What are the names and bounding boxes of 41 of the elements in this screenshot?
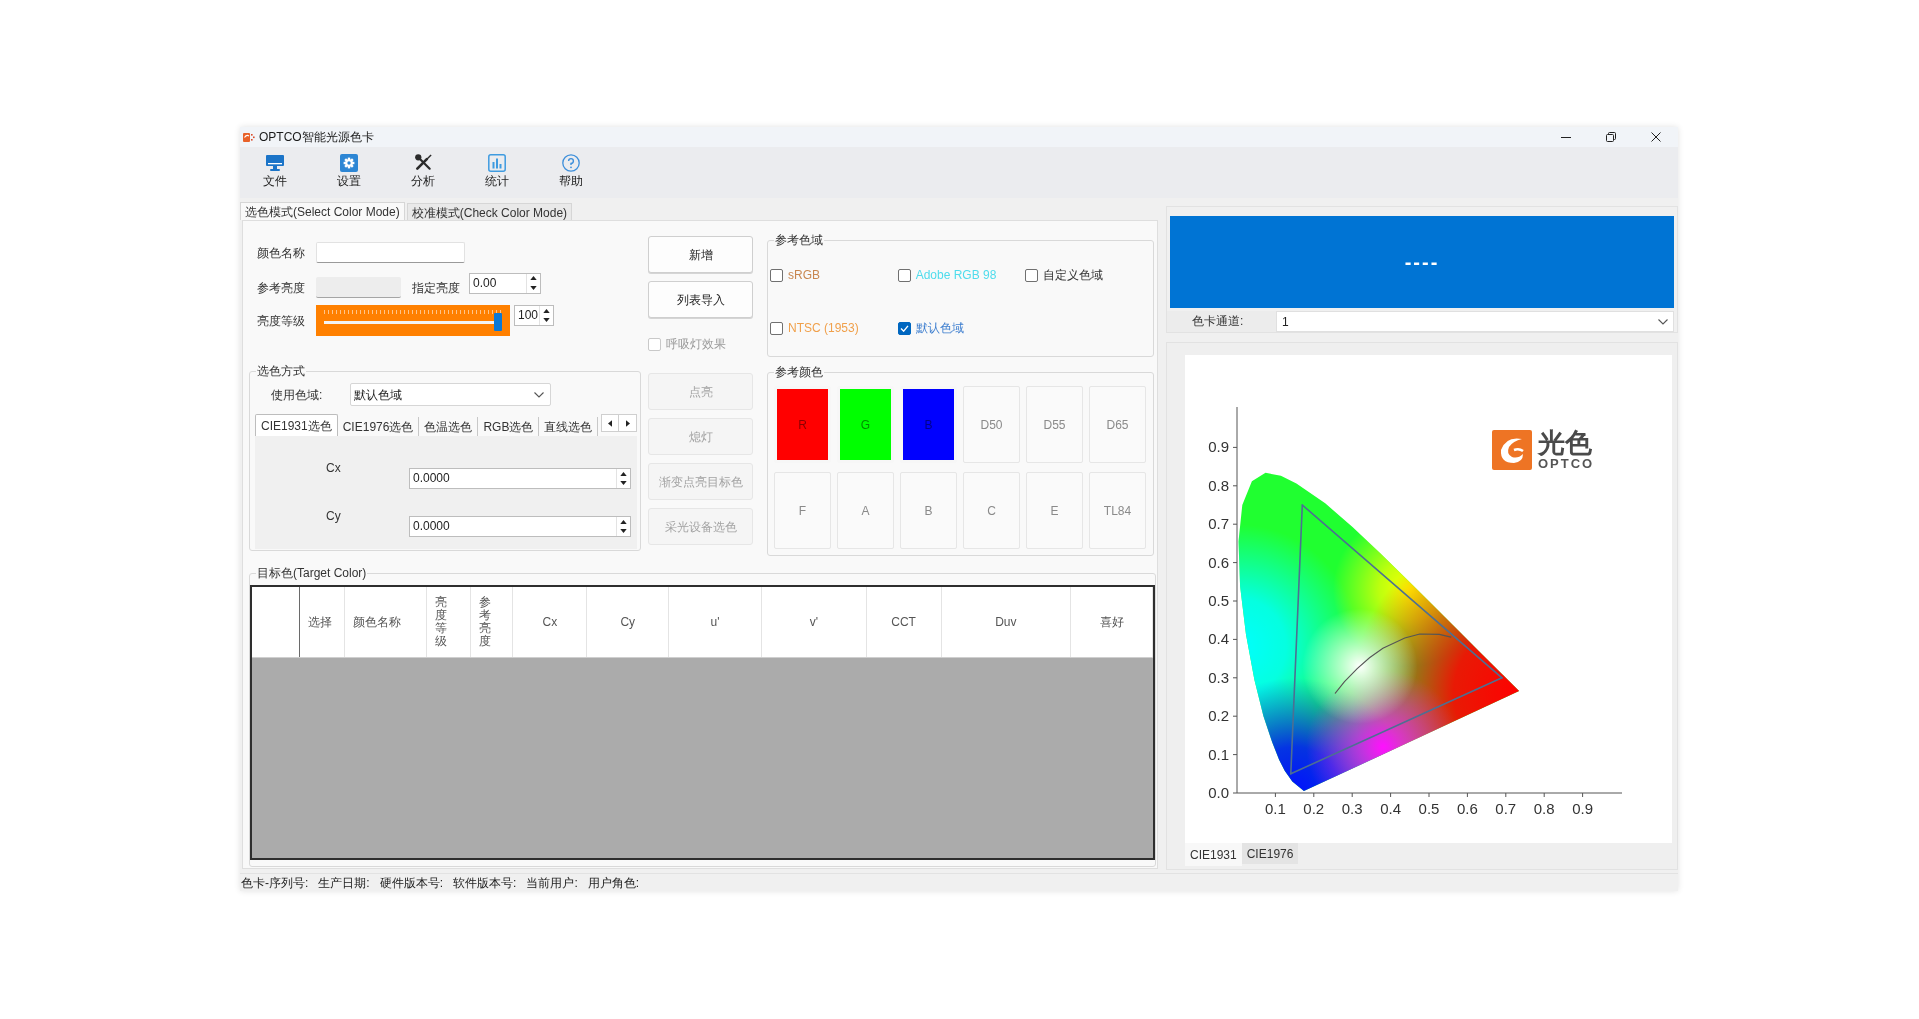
axis-tick-label: 0.5 — [1208, 592, 1229, 609]
axis-tick-label: 0.8 — [1208, 476, 1229, 494]
axis-tick-label: 0.1 — [1208, 745, 1229, 763]
status-field: 色卡-序列号: — [241, 875, 309, 890]
axis-tick-label: 0.3 — [1341, 800, 1363, 817]
window-title: OPTCO智能光源色卡 — [259, 130, 374, 144]
status-field: 用户角色: — [587, 875, 640, 890]
axis-tick-label: 0.6 — [1208, 553, 1229, 571]
axis-tick-label: 0.2 — [1208, 707, 1229, 725]
axis-tick-label: 0.1 — [1264, 800, 1286, 817]
status-field: 当前用户: — [526, 875, 578, 890]
group-title: 选色方式 — [256, 363, 306, 379]
status-field: 软件版本号: — [453, 875, 517, 890]
axis-tick-label: 0.9 — [1572, 800, 1594, 817]
axis-tick-label: 0.8 — [1533, 800, 1555, 817]
axis-tick-label: 0.7 — [1208, 515, 1229, 533]
status-field: 硬件版本号: — [379, 875, 444, 890]
axis-tick-label: 0.7 — [1495, 800, 1517, 817]
axis-tick-label: 0.4 — [1208, 630, 1229, 648]
channel-label: 色卡通道: — [1167, 311, 1276, 332]
field-label: Cx — [326, 461, 342, 475]
group-title: 参考颜色 — [774, 364, 824, 380]
logo-title: 光色 — [1538, 429, 1593, 457]
field-label: 指定亮度 — [412, 279, 461, 297]
axis-tick-label: 0.4 — [1380, 800, 1402, 817]
axis-tick-label: 0.0 — [1208, 784, 1229, 801]
axis-tick-label: 0.6 — [1456, 800, 1478, 817]
axis-tick-label: 0.5 — [1418, 800, 1440, 817]
field-label: 亮度等级 — [257, 312, 306, 330]
status-field: 生产日期: — [318, 875, 370, 890]
axis-tick-label: 0.9 — [1208, 438, 1229, 456]
axis-tick-label: 0.3 — [1208, 668, 1229, 686]
field-label: 颜色名称 — [257, 244, 306, 262]
group-title: 参考色域 — [774, 232, 824, 248]
logo-subtitle: OPTCO — [1538, 457, 1595, 471]
axis-tick-label: 0.2 — [1303, 800, 1325, 817]
field-label: 参考亮度 — [257, 279, 306, 297]
color-display: ---- — [1170, 216, 1674, 308]
group-title: 目标色(Target Color) — [256, 565, 368, 581]
field-label: Cy — [326, 509, 342, 523]
field-label: 使用色域: — [271, 386, 324, 404]
